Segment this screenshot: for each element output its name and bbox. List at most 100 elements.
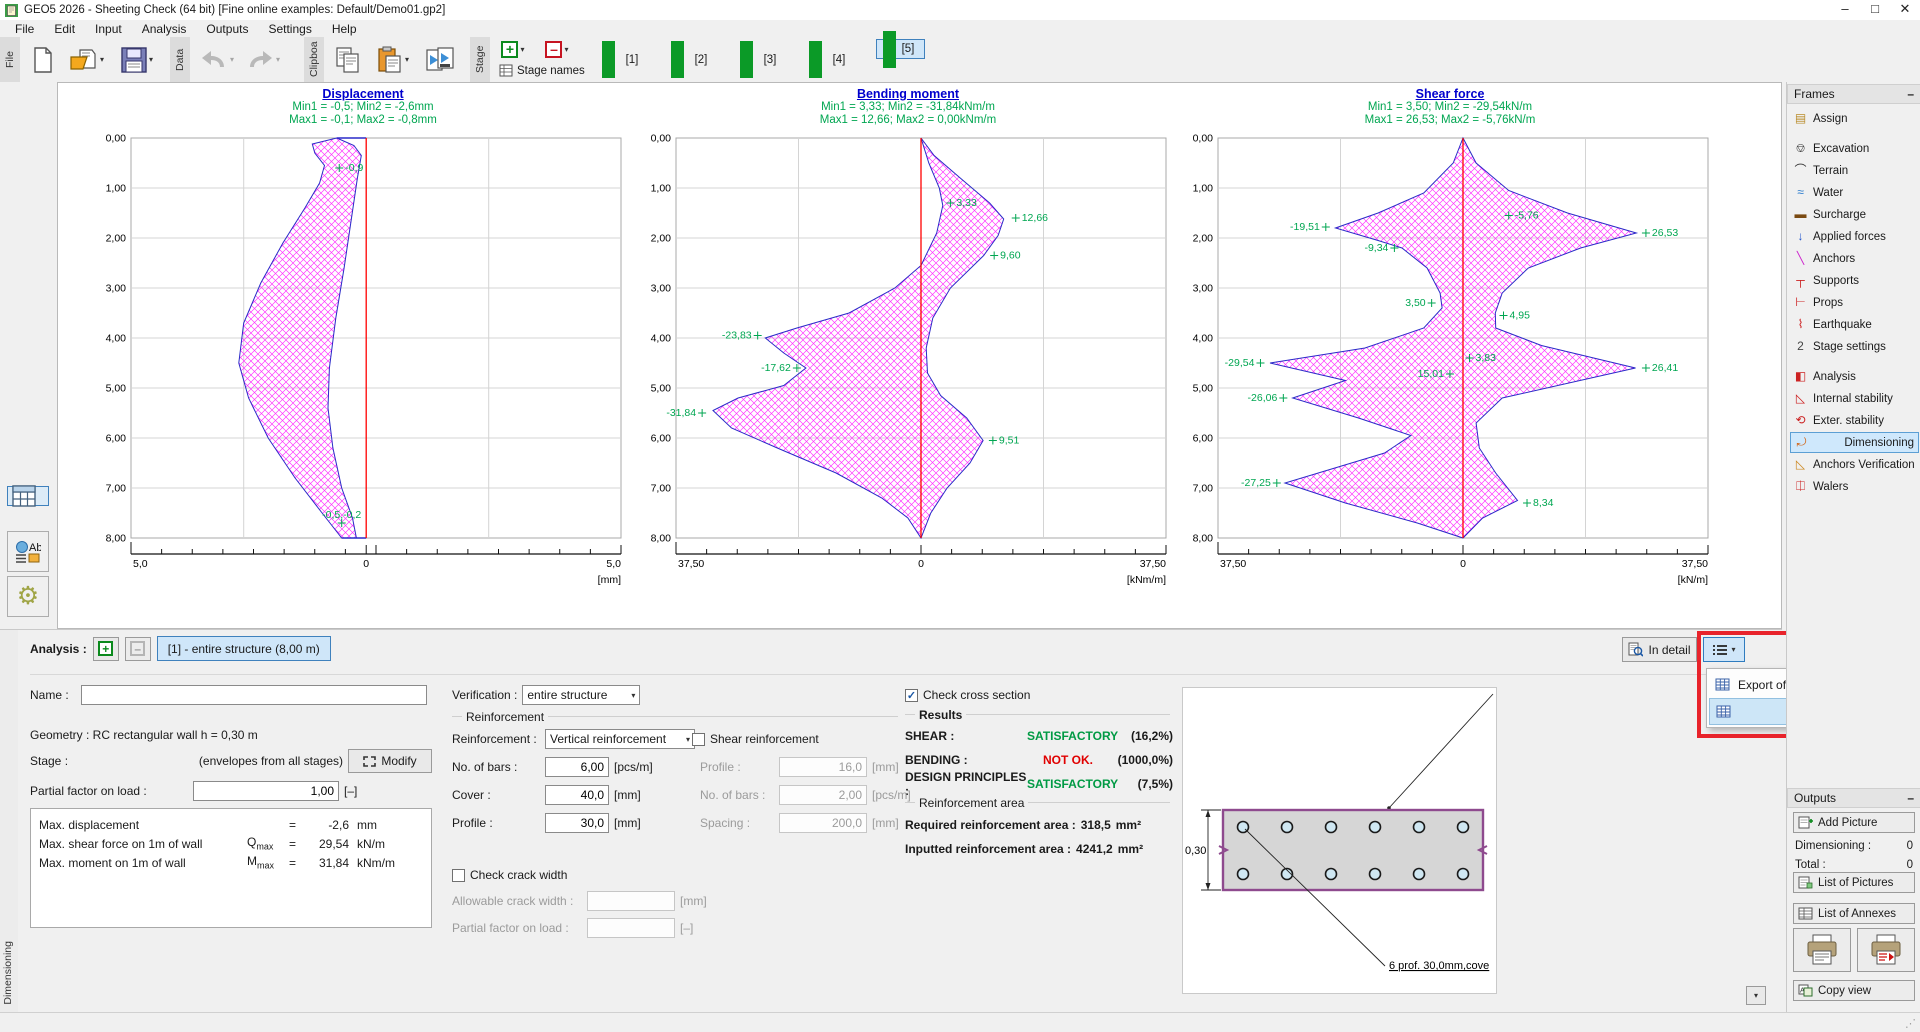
- reinforcement-select[interactable]: Vertical reinforcement ▾: [545, 729, 695, 749]
- paste-dropdown-arrow[interactable]: ▾: [405, 55, 409, 64]
- add-stage-dropdown-arrow[interactable]: ▾: [520, 45, 524, 54]
- sidebar-item-internal-stability[interactable]: ◺Internal stability: [1790, 388, 1919, 409]
- reinf-2-row: Profile :[mm]: [452, 812, 641, 834]
- crack-0-input[interactable]: [587, 891, 675, 911]
- menu-edit[interactable]: Edit: [45, 21, 84, 37]
- redo-dropdown-arrow[interactable]: ▾: [276, 55, 280, 64]
- save-dropdown-arrow[interactable]: ▾: [149, 55, 153, 64]
- shear-reinforcement-checkbox[interactable]: Shear reinforcement: [692, 728, 819, 750]
- remove-analysis-button[interactable]: –: [125, 637, 151, 661]
- copy-view-button[interactable]: A Copy view: [1793, 980, 1915, 1001]
- stage-button-2[interactable]: [2]: [669, 39, 718, 80]
- sidebar-item-analysis[interactable]: ◧Analysis: [1790, 366, 1919, 387]
- stage-button-4[interactable]: [4]: [807, 39, 856, 80]
- sidebar-item-applied-forces[interactable]: ↓Applied forces: [1790, 226, 1919, 247]
- in-detail-button[interactable]: In detail: [1622, 637, 1697, 662]
- paste-button[interactable]: ▾: [370, 40, 416, 79]
- menu-file[interactable]: File: [6, 21, 43, 37]
- open-file-button[interactable]: ▾: [64, 40, 110, 79]
- maxima-symbol: Mmax: [247, 854, 289, 870]
- shear-reinf-1-input[interactable]: [779, 785, 867, 805]
- undo-button[interactable]: ▾: [196, 40, 238, 79]
- shear-reinf-2-input[interactable]: [779, 813, 867, 833]
- stage-button-5[interactable]: [5]: [876, 39, 925, 59]
- sidebar-item-walers[interactable]: ⎅Walers: [1790, 476, 1919, 497]
- add-picture-button[interactable]: Add Picture: [1793, 812, 1915, 833]
- menu-outputs[interactable]: Outputs: [197, 21, 257, 37]
- reinf-2-input[interactable]: [545, 813, 609, 833]
- stage-bar-icon: [740, 41, 753, 78]
- verification-select[interactable]: entire structure ▾: [522, 685, 640, 705]
- add-stage-button[interactable]: + ▾: [496, 38, 530, 60]
- sidebar-item-excavation[interactable]: ⎊Excavation: [1790, 138, 1919, 159]
- menu-input[interactable]: Input: [86, 21, 131, 37]
- analysis-tab[interactable]: [1] - entire structure (8,00 m): [157, 636, 331, 661]
- add-analysis-button[interactable]: +: [93, 637, 119, 661]
- sidebar-item-anchors-verification[interactable]: ◺Anchors Verification: [1790, 454, 1919, 475]
- menu-help[interactable]: Help: [323, 21, 366, 37]
- sidebar-item-props[interactable]: ⊢Props: [1790, 292, 1919, 313]
- sidebar-item-stage-settings[interactable]: 2Stage settings: [1790, 336, 1919, 357]
- menu-analysis[interactable]: Analysis: [133, 21, 196, 37]
- modify-button[interactable]: Modify: [348, 749, 432, 773]
- sidebar-item-earthquake[interactable]: ⌇Earthquake: [1790, 314, 1919, 335]
- new-file-icon: [31, 46, 55, 74]
- partial-factor-input[interactable]: [193, 781, 339, 801]
- compare-button[interactable]: [420, 40, 460, 79]
- redo-button[interactable]: ▾: [242, 40, 284, 79]
- drawing-settings-button[interactable]: ⚙: [7, 576, 49, 617]
- shear-reinf-1-unit: [pcs/m]: [872, 788, 911, 802]
- list-of-annexes-label: List of Annexes: [1818, 908, 1896, 920]
- collapse-icon[interactable]: –: [1907, 791, 1914, 805]
- verification-value: entire structure: [527, 688, 607, 702]
- result-label: DESIGN PRINCIPLES :: [905, 770, 1027, 798]
- sidebar-item-water[interactable]: ≈Water: [1790, 182, 1919, 203]
- close-button[interactable]: ✕: [1890, 0, 1920, 20]
- sidebar-item-surcharge[interactable]: ▬Surcharge: [1790, 204, 1919, 225]
- sidebar-item-dimensioning[interactable]: ⤾Dimensioning: [1790, 432, 1919, 453]
- remove-stage-dropdown-arrow[interactable]: ▾: [564, 45, 568, 54]
- crack-1-input[interactable]: [587, 918, 675, 938]
- list-of-annexes-button[interactable]: List of Annexes: [1793, 903, 1915, 924]
- reinf-1-input[interactable]: [545, 785, 609, 805]
- minimize-button[interactable]: –: [1830, 0, 1860, 20]
- annotation-settings-button[interactable]: Ab: [7, 531, 49, 572]
- shear-reinf-2-unit: [mm]: [872, 816, 899, 830]
- new-file-button[interactable]: [26, 40, 60, 79]
- check-cross-section-checkbox[interactable]: ✓ Check cross section: [905, 684, 1030, 706]
- sidebar-item-label: Assign: [1813, 113, 1848, 125]
- reinf-0-label: No. of bars :: [452, 760, 540, 774]
- check-crack-width-checkbox[interactable]: Check crack width: [452, 864, 567, 886]
- minus-icon: –: [130, 641, 145, 656]
- sidebar-item-exter-stability[interactable]: ⟲Exter. stability: [1790, 410, 1919, 431]
- sidebar-item-supports[interactable]: ┬Supports: [1790, 270, 1919, 291]
- restore-button[interactable]: □: [1860, 0, 1890, 20]
- maxima-row: Max. shear force on 1m of wallQmax=29,54…: [39, 834, 423, 853]
- svg-text:3,33: 3,33: [956, 197, 977, 209]
- print-detailed-button[interactable]: [1857, 928, 1915, 972]
- reinf-0-input[interactable]: [545, 757, 609, 777]
- collapse-icon[interactable]: –: [1907, 87, 1914, 101]
- menu-settings[interactable]: Settings: [259, 21, 320, 37]
- stage-names-button[interactable]: Stage names: [496, 61, 588, 80]
- sidebar-item-assign[interactable]: ▤Assign: [1790, 108, 1919, 129]
- remove-stage-button[interactable]: – ▾: [540, 38, 574, 60]
- table-view-button[interactable]: [7, 486, 49, 506]
- list-of-pictures-button[interactable]: List of Pictures: [1793, 872, 1915, 893]
- resize-grip[interactable]: ⋰: [1905, 1017, 1917, 1030]
- stage-button-3[interactable]: [3]: [738, 39, 787, 80]
- open-dropdown-arrow[interactable]: ▾: [100, 55, 104, 64]
- print-button[interactable]: [1793, 928, 1851, 972]
- stage-button-1[interactable]: [1]: [600, 39, 649, 80]
- sidebar-item-anchors[interactable]: ╲Anchors: [1790, 248, 1919, 269]
- scroll-down-button[interactable]: ▾: [1746, 986, 1766, 1005]
- shear-reinf-0-input[interactable]: [779, 757, 867, 777]
- copy-button[interactable]: [330, 40, 366, 79]
- crack-1-unit: [–]: [680, 921, 693, 935]
- equals-sign: =: [289, 856, 307, 870]
- sidebar-item-terrain[interactable]: ⌒Terrain: [1790, 160, 1919, 181]
- save-file-button[interactable]: ▾: [114, 40, 160, 79]
- name-input[interactable]: [81, 685, 427, 705]
- add-picture-icon: [1798, 816, 1813, 829]
- undo-dropdown-arrow[interactable]: ▾: [230, 55, 234, 64]
